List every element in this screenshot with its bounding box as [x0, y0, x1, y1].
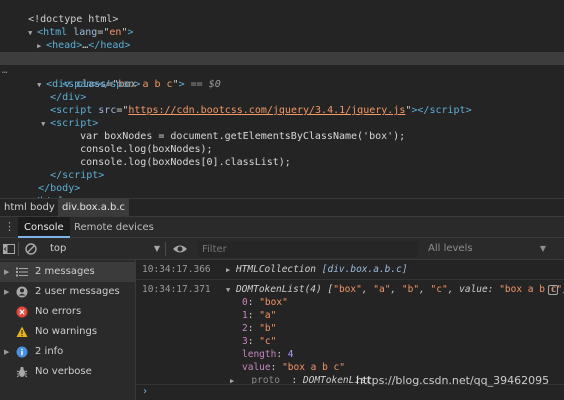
error-icon [16, 306, 28, 318]
message-timestamp: 10:34:17.366 [142, 264, 211, 275]
dom-span[interactable]: <span></span> [0, 65, 564, 90]
console-sidebar: ▶ 2 messages ▶ 2 user messages No errors… [0, 260, 136, 400]
breadcrumb-body[interactable]: body [26, 199, 59, 217]
summary-string: "box" [333, 284, 362, 295]
summary-string: "b" [401, 284, 420, 295]
clear-console-icon[interactable] [24, 242, 38, 256]
more-vertical-icon[interactable]: ⋮ [4, 220, 15, 234]
chevron-down-icon: ▼ [539, 244, 546, 253]
collapse-triangle-icon[interactable]: ▶ [226, 266, 230, 274]
entry-value: 4 [287, 349, 294, 360]
toolbar-divider [18, 242, 19, 256]
console-message[interactable]: 10:34:17.371 ▼ DOMTokenList(4) ["box", "… [136, 280, 564, 386]
sidebar-item-label: No errors [35, 306, 82, 317]
object-type: HTMLCollection [235, 264, 317, 275]
token-entry: 0: "box" [242, 297, 288, 308]
entry-value: "c" [259, 336, 277, 347]
dom-doctype[interactable]: <!doctype html> [0, 0, 564, 25]
dom-code-line-3: console.log(boxNodes[0].classList); [0, 143, 564, 168]
sidebar-item-messages[interactable]: ▶ 2 messages [0, 262, 135, 282]
entry-key: 2 [242, 323, 248, 334]
summary-value-key: , value: [447, 284, 500, 295]
context-select[interactable]: top ▼ [50, 238, 160, 259]
dom-div-close[interactable]: </div> [0, 78, 564, 103]
entry-value: "box" [259, 297, 288, 308]
log-levels-value: All levels [428, 243, 473, 254]
log-levels-select[interactable]: All levels ▼ [428, 238, 546, 259]
breadcrumb-div[interactable]: div.box.a.b.c [58, 199, 130, 217]
sidebar-item-info[interactable]: ▶ 2 info [0, 342, 135, 362]
dom-script-open[interactable]: ▼ <script> [0, 104, 564, 129]
toolbar-divider [165, 242, 166, 256]
summary-string: "c" [430, 284, 448, 295]
token-entry: 1: "a" [242, 310, 277, 321]
message-body[interactable]: ▶ HTMLCollection [div.box.a.b.c] [226, 264, 408, 275]
filter-input[interactable] [198, 241, 418, 257]
dom-head[interactable]: ▶ <head>…</head> [0, 26, 564, 51]
info-icon [16, 346, 28, 358]
info-icon[interactable]: i [548, 285, 558, 295]
user-icon [16, 286, 28, 298]
entry-value: "box a b c" [282, 362, 345, 373]
dom-html-close[interactable]: </html> [0, 182, 564, 207]
expand-triangle-icon[interactable]: ▼ [226, 286, 230, 294]
tab-console[interactable]: Console [18, 217, 70, 238]
breadcrumb: html body div.box.a.b.c [0, 198, 564, 217]
watermark: https://blog.csdn.net/qq_39462095 [356, 374, 550, 387]
dom-div-selected[interactable]: … ▼ <div class="box a b c"> == $0 [0, 52, 564, 90]
sidebar-item-label: 2 messages [35, 266, 95, 277]
sidebar-toggle-icon[interactable] [2, 242, 16, 256]
entry-key: 1 [242, 310, 248, 321]
drawer-tab-bar: ⋮ Console Remote devices [0, 216, 564, 238]
sidebar-item-user-messages[interactable]: ▶ 2 user messages [0, 282, 135, 302]
summary-separator: , [390, 284, 402, 295]
expand-caret-icon[interactable]: ▶ [4, 282, 9, 302]
token-length: length: 4 [242, 349, 294, 360]
dom-html-open[interactable]: ▼ <html lang="en"> [0, 13, 564, 38]
token-entry: 3: "c" [242, 336, 277, 347]
entry-key: 0 [242, 297, 248, 308]
console-toolbar: top ▼ All levels ▼ [0, 238, 564, 260]
expand-caret-icon[interactable]: ▶ [4, 342, 9, 362]
summary-separator: , [419, 284, 431, 295]
entry-key: 3 [242, 336, 248, 347]
list-icon [16, 266, 28, 278]
tab-remote-devices[interactable]: Remote devices [68, 217, 160, 238]
sidebar-item-verbose[interactable]: No verbose [0, 362, 135, 382]
bug-icon [16, 366, 28, 378]
entry-value: "a" [259, 310, 277, 321]
sidebar-item-errors[interactable]: No errors [0, 302, 135, 322]
entry-value: "b" [259, 323, 277, 334]
warning-icon [16, 326, 28, 338]
console-message[interactable]: 10:34:17.366 ▶ HTMLCollection [div.box.a… [136, 260, 564, 280]
summary-string: "a" [373, 284, 391, 295]
sidebar-item-label: 2 user messages [35, 286, 120, 297]
sidebar-item-label: No warnings [35, 326, 98, 337]
sidebar-item-label: No verbose [35, 366, 92, 377]
dom-script-close[interactable]: </script> [0, 156, 564, 181]
entry-key: value [242, 362, 271, 373]
token-value: value: "box a b c" [242, 362, 345, 373]
message-timestamp: 10:34:17.371 [142, 284, 211, 295]
sidebar-item-label: 2 info [35, 346, 64, 357]
elements-panel: <!doctype html> ▼ <html lang="en"> ▶ <head… [0, 0, 564, 207]
context-select-value: top [50, 243, 67, 254]
prompt-chevron-icon: › [142, 386, 149, 397]
chevron-down-icon: ▼ [153, 244, 160, 253]
sidebar-item-warnings[interactable]: No warnings [0, 322, 135, 342]
message-body[interactable]: ▼ DOMTokenList(4) ["box", "a", "b", "c",… [226, 284, 564, 295]
entry-key: length [242, 349, 277, 360]
object-type: DOMTokenList(4) [235, 284, 322, 295]
dom-code-line-2: console.log(boxNodes); [0, 130, 564, 155]
dom-body-open[interactable]: ▼<body> [0, 39, 564, 64]
expand-caret-icon[interactable]: ▶ [4, 262, 9, 282]
dom-code-line-1: var boxNodes = document.getElementsByCla… [0, 117, 564, 142]
dom-script-src[interactable]: <script src="https://cdn.bootcss.com/jqu… [0, 91, 564, 116]
dom-body-close[interactable]: </body> [0, 169, 564, 194]
token-entry: 2: "b" [242, 323, 277, 334]
summary-separator: , [361, 284, 374, 295]
object-preview: [div.box.a.b.c] [321, 264, 408, 275]
eye-icon[interactable] [172, 242, 187, 256]
